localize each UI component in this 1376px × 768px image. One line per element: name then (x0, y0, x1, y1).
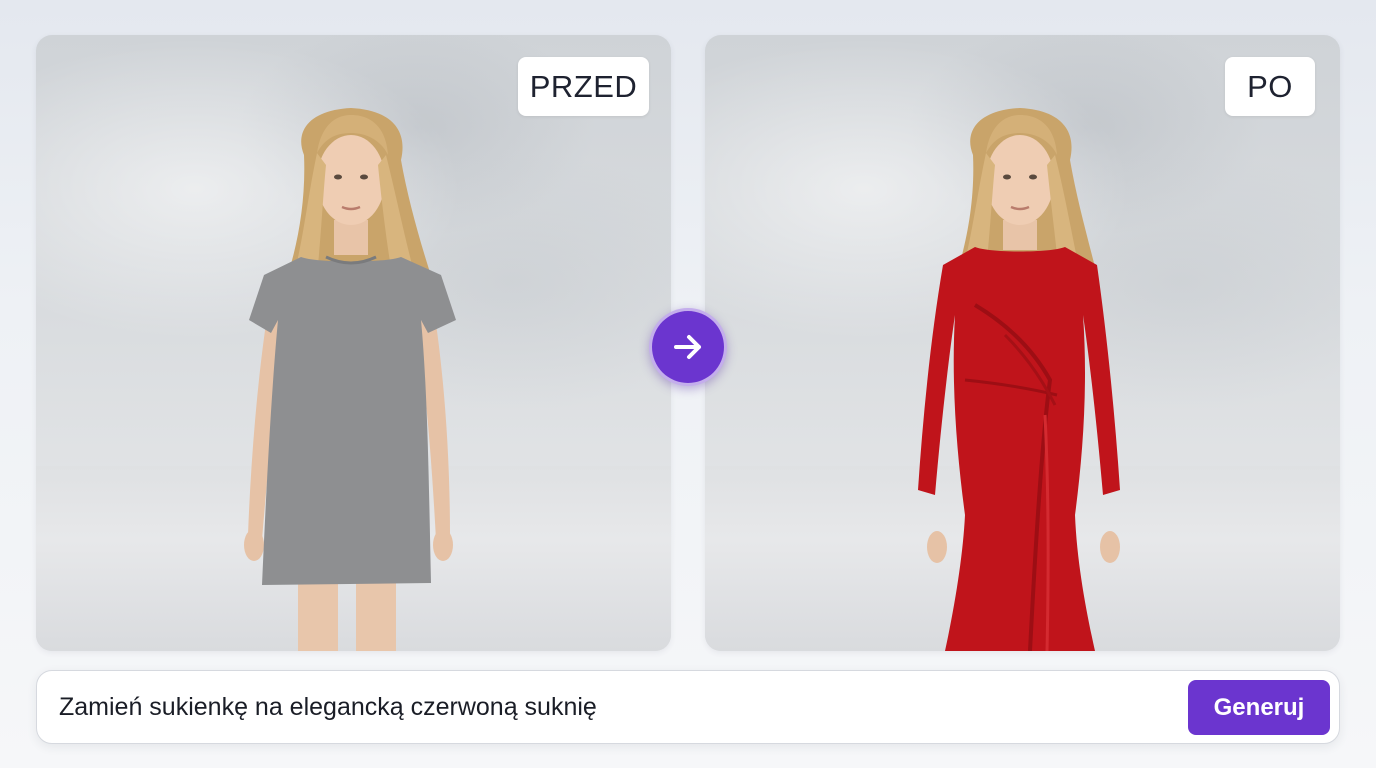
model-red-gown (918, 108, 1120, 651)
after-image-panel: PO (705, 35, 1340, 651)
arrow-right-button (649, 308, 727, 386)
model-grey-tshirt-dress (244, 108, 456, 651)
prompt-input[interactable]: Zamień sukienkę na elegancką czerwoną su… (59, 693, 1339, 722)
arrow-right-icon (674, 335, 701, 359)
after-badge: PO (1225, 57, 1315, 116)
prompt-input-bar[interactable]: Zamień sukienkę na elegancką czerwoną su… (36, 670, 1340, 744)
generate-button[interactable]: Generuj (1188, 680, 1330, 735)
before-badge: PRZED (518, 57, 649, 116)
before-image-panel: PRZED (36, 35, 671, 651)
